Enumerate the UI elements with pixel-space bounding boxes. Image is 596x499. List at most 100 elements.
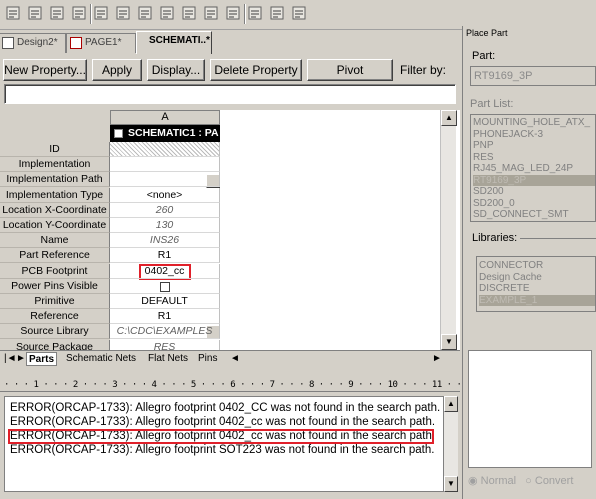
property-value-cell[interactable]: 0402_cc: [110, 263, 220, 279]
tab-design2[interactable]: Design2*: [0, 33, 66, 53]
property-value-cell[interactable]: C:\CDC\EXAMPLES: [110, 324, 220, 340]
part-list-item[interactable]: SD200_0: [473, 198, 595, 209]
sheet-tab-pins[interactable]: Pins: [196, 352, 219, 366]
tab-page1[interactable]: PAGE1*: [66, 33, 136, 53]
property-row-label[interactable]: Source Package: [0, 339, 110, 350]
property-value-cell[interactable]: INS26: [110, 233, 220, 249]
session-log: ERROR(ORCAP-1733): Allegro footprint 040…: [4, 396, 444, 492]
expand-icon[interactable]: [114, 129, 123, 138]
place-bus-icon[interactable]: [48, 4, 66, 22]
grid-vertical-scrollbar[interactable]: ▲ ▼: [440, 110, 457, 350]
property-value-cell[interactable]: [110, 157, 220, 173]
property-row-label[interactable]: Reference: [0, 309, 110, 325]
property-row-label[interactable]: Name: [0, 233, 110, 249]
output-ruler: · · · 1 · · · 2 · · · 3 · · · 4 · · · 5 …: [0, 378, 460, 392]
place-hier-block-icon[interactable]: [180, 4, 198, 22]
tab-label: SCHEMATI..*: [149, 35, 210, 46]
radio-convert[interactable]: ○ Convert: [525, 475, 573, 487]
radio-normal-label: Normal: [480, 475, 517, 487]
property-row-label[interactable]: Power Pins Visible: [0, 278, 110, 294]
property-value-cell[interactable]: [110, 172, 220, 188]
sheet-tab-parts[interactable]: Parts: [26, 352, 58, 366]
part-list-item[interactable]: RJ45_MAG_LED_24P: [473, 163, 595, 174]
hscroll-left-icon[interactable]: ◄: [228, 352, 242, 366]
column-header-a[interactable]: A: [110, 110, 220, 125]
property-row-label[interactable]: ID: [0, 142, 110, 157]
library-item[interactable]: CONNECTOR: [479, 260, 595, 271]
part-list-item[interactable]: PNP: [473, 140, 595, 151]
property-value-cell[interactable]: R1: [110, 248, 220, 264]
property-value-cell[interactable]: [110, 142, 220, 157]
property-value-cell[interactable]: 130: [110, 218, 220, 233]
apply-button[interactable]: Apply: [92, 59, 142, 81]
property-row-label[interactable]: PCB Footprint: [0, 263, 110, 279]
tab-schematic[interactable]: SCHEMATI..*: [136, 31, 212, 54]
sheet-tab-schematic-nets[interactable]: Schematic Nets: [64, 352, 138, 366]
part-list-item[interactable]: MOUNTING_HOLE_ATX_: [473, 117, 595, 128]
property-row-label[interactable]: Source Library: [0, 324, 110, 340]
part-list[interactable]: MOUNTING_HOLE_ATX_ PHONEJACK-3 PNP RES RJ45_…: [470, 114, 596, 222]
display-button[interactable]: Display...: [147, 59, 205, 81]
place-text-icon[interactable]: [246, 4, 264, 22]
scroll-down-icon[interactable]: ▼: [441, 334, 457, 350]
place-rect-icon[interactable]: [290, 4, 308, 22]
place-pin-icon[interactable]: [202, 4, 220, 22]
property-row-label[interactable]: Implementation Path: [0, 172, 110, 188]
place-part-title: Place Part: [466, 28, 508, 38]
property-row-label[interactable]: Part Reference: [0, 248, 110, 264]
place-power-icon[interactable]: [114, 4, 132, 22]
place-net-alias-icon[interactable]: [92, 4, 110, 22]
place-junction-icon[interactable]: [70, 4, 88, 22]
scroll-down-icon[interactable]: ▼: [444, 476, 458, 492]
sheet-tabs: |◄ ►| Parts Schematic Nets Flat Nets Pin…: [0, 350, 460, 366]
scroll-up-icon[interactable]: ▲: [444, 396, 458, 412]
schematic-title-cell[interactable]: SCHEMATIC1 : PA: [110, 125, 220, 142]
radio-normal[interactable]: ◉ Normal: [468, 475, 516, 487]
new-property-button[interactable]: New Property...: [3, 59, 87, 81]
delete-property-button[interactable]: Delete Property: [210, 59, 302, 81]
part-list-item[interactable]: RES: [473, 152, 595, 163]
property-row-label[interactable]: Primitive: [0, 294, 110, 309]
property-row-label[interactable]: Implementation Type: [0, 187, 110, 203]
pivot-button[interactable]: Pivot: [307, 59, 393, 81]
libraries-list[interactable]: CONNECTOR Design Cache DISCRETE EXAMPLE_1: [476, 256, 596, 312]
place-wire-icon[interactable]: [26, 4, 44, 22]
library-item[interactable]: DISCRETE: [479, 283, 595, 294]
property-value-cell[interactable]: <none>: [110, 187, 220, 203]
part-list-item[interactable]: PHONEJACK-3: [473, 129, 595, 140]
filter-by-label: Filter by:: [400, 63, 447, 77]
property-row-label[interactable]: Location Y-Coordinate: [0, 218, 110, 233]
place-port-icon[interactable]: [224, 4, 242, 22]
place-line-icon[interactable]: [268, 4, 286, 22]
property-grid: A SCHEMATIC1 : PA ID Implementation Implem…: [0, 110, 460, 350]
library-item[interactable]: EXAMPLE_1: [479, 294, 595, 306]
part-list-item[interactable]: SD_CONNECT_SMT: [473, 209, 595, 220]
property-value-cell[interactable]: [110, 278, 220, 294]
part-preview: [468, 350, 592, 468]
design-icon: [2, 37, 14, 49]
part-list-item[interactable]: SD200: [473, 186, 595, 197]
hscroll-right-icon[interactable]: ►: [430, 352, 444, 366]
tab-label: PAGE1*: [85, 37, 122, 48]
property-value-cell[interactable]: R1: [110, 309, 220, 325]
log-vertical-scrollbar[interactable]: ▲ ▼: [444, 396, 458, 492]
property-value-cell[interactable]: DEFAULT: [110, 294, 220, 309]
property-row-label[interactable]: Location X-Coordinate: [0, 202, 110, 218]
view-radio-group: ◉ Normal ○ Convert: [468, 474, 573, 487]
property-value-cell[interactable]: 260: [110, 202, 220, 218]
property-row-label[interactable]: Implementation: [0, 157, 110, 173]
part-list-item[interactable]: RT9169_3P: [473, 174, 595, 186]
log-error-highlight: [8, 429, 434, 444]
place-offpage-icon[interactable]: [158, 4, 176, 22]
place-ground-icon[interactable]: [136, 4, 154, 22]
part-input[interactable]: RT9169_3P: [470, 66, 596, 86]
place-part-icon[interactable]: [4, 4, 22, 22]
filter-input[interactable]: [4, 84, 456, 104]
property-value-cell[interactable]: RES: [110, 339, 220, 350]
sheet-tab-flat-nets[interactable]: Flat Nets: [146, 352, 190, 366]
tab-label: Design2*: [17, 37, 58, 48]
libraries-label: Libraries:: [472, 232, 518, 244]
log-line: ERROR(ORCAP-1733): Allegro footprint 040…: [10, 416, 436, 428]
library-item[interactable]: Design Cache: [479, 272, 595, 283]
scroll-up-icon[interactable]: ▲: [441, 110, 457, 126]
